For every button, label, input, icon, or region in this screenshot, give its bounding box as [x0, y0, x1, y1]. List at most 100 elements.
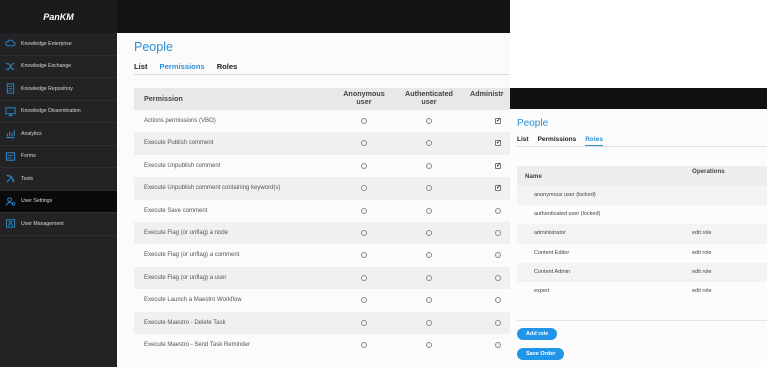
anonymous-radio[interactable] [361, 162, 367, 169]
authenticated-radio[interactable] [426, 118, 432, 124]
administrator-checkbox[interactable]: ✓ [495, 140, 501, 147]
role-name: authenticated user (locked) [534, 211, 601, 218]
anonymous-radio[interactable] [361, 319, 367, 326]
sidebar-item-knowledge-repository[interactable]: Knowledge Repository [0, 78, 117, 101]
anonymous-radio[interactable] [361, 140, 367, 147]
sidebar-item-knowledge-enterprise[interactable]: Knowledge Enterprise [0, 33, 117, 56]
permissions-panel: People List Permissions Roles Permission… [117, 33, 510, 367]
authenticated-radio[interactable] [426, 297, 432, 304]
administrator-checkbox[interactable]: ✓ [495, 185, 501, 192]
edit-role-link[interactable]: edit role [692, 244, 712, 263]
users-icon [4, 218, 16, 230]
roles-page-title: People [517, 118, 549, 129]
sidebar-item-analytics[interactable]: Analytics [0, 123, 117, 146]
role-name: Content Editor [534, 249, 570, 256]
column-permission: Permission [144, 94, 183, 103]
column-name: Name [525, 173, 542, 180]
permission-name: Actions permissions (VBO) [144, 118, 216, 124]
sidebar-item-user-settings[interactable]: User Settings [0, 190, 117, 213]
permission-name: Execute Launch a Maestro Workflow [144, 297, 242, 304]
table-row: Execute Save comment [134, 200, 510, 222]
table-row: authenticated user (locked) [517, 205, 767, 224]
permissions-table: Permission Anonymous user Authenticated … [134, 88, 510, 356]
anonymous-radio[interactable] [361, 185, 367, 192]
table-row: administrator edit role [517, 224, 767, 244]
authenticated-radio[interactable] [426, 162, 432, 169]
edit-role-link[interactable]: edit role [692, 282, 712, 301]
authenticated-radio[interactable] [426, 185, 432, 192]
administrator-checkbox[interactable] [495, 341, 501, 348]
table-row: Execute Publish comment ✓ [134, 132, 510, 155]
roles-tab-roles[interactable]: Roles [585, 136, 603, 146]
table-row: Execute Unpublish comment containing key… [134, 177, 510, 200]
roles-table: Name Operations anonymous user (locked) a… [517, 166, 767, 301]
authenticated-radio[interactable] [426, 252, 432, 259]
table-row: Execute Flag (or unflag) a comment [134, 244, 510, 266]
tab-divider [134, 74, 510, 75]
anonymous-radio[interactable] [361, 341, 367, 348]
anonymous-radio[interactable] [361, 252, 367, 259]
administrator-checkbox[interactable] [495, 252, 501, 259]
roles-tab-permissions[interactable]: Permissions [538, 136, 577, 146]
sidebar-item-forms[interactable]: Forms [0, 146, 121, 168]
edit-role-link[interactable]: edit role [692, 224, 712, 243]
permission-name: Execute Publish comment [144, 140, 214, 147]
administrator-checkbox[interactable] [495, 274, 501, 281]
authenticated-radio[interactable] [426, 140, 432, 147]
sidebar-nav: Knowledge Enterprise Knowledge Exchange Kn… [0, 33, 121, 236]
sidebar-item-label: Knowledge Dissemination [21, 108, 81, 115]
anonymous-radio[interactable] [361, 118, 367, 124]
role-name: anonymous user (locked) [534, 192, 596, 198]
administrator-checkbox[interactable] [495, 207, 501, 214]
authenticated-radio[interactable] [426, 319, 432, 326]
table-row: Content Admin edit role [517, 262, 767, 282]
authenticated-radio[interactable] [426, 207, 432, 214]
top-bar [117, 0, 510, 33]
table-row: Execute Flag (or unflag) a node [134, 221, 510, 245]
column-authenticated: Authenticated user [405, 89, 453, 106]
roles-footer-divider [517, 320, 767, 321]
administrator-checkbox[interactable]: ✓ [495, 162, 501, 169]
authenticated-radio[interactable] [426, 274, 432, 281]
permission-name: Execute Flag (or unflag) a user [144, 274, 227, 281]
table-row: Execute Unpublish comment ✓ [134, 155, 510, 177]
sidebar-item-tools[interactable]: Tools [0, 168, 121, 191]
table-row: anonymous user (locked) [517, 186, 767, 206]
sidebar: PanKM Knowledge Enterprise Knowledge Exch… [0, 0, 121, 367]
sidebar-item-label: User Management [21, 220, 64, 227]
sidebar-item-user-management[interactable]: User Management [0, 213, 117, 236]
column-anonymous: Anonymous user [343, 89, 385, 106]
table-row: Execute Launch a Maestro Workflow [134, 289, 510, 311]
add-role-button[interactable]: Add role [517, 328, 558, 340]
administrator-checkbox[interactable]: ✓ [495, 118, 501, 124]
authenticated-radio[interactable] [426, 229, 432, 236]
permission-name: Execute Flag (or unflag) a comment [144, 252, 240, 259]
anonymous-radio[interactable] [361, 297, 367, 304]
chart-icon [4, 128, 16, 140]
sidebar-item-label: User Settings [21, 198, 53, 205]
table-row: Actions permissions (VBO) ✓ [134, 110, 510, 132]
roles-tab-divider [517, 146, 767, 147]
permission-name: Execute Flag (or unflag) a node [144, 229, 229, 236]
permission-name: Execute Unpublish comment containing key… [144, 185, 281, 192]
permission-name: Execute Maestro - Send Task Reminder [144, 341, 250, 348]
authenticated-radio[interactable] [426, 341, 432, 348]
roles-tab-list[interactable]: List [517, 136, 529, 146]
table-row: Execute Flag (or unflag) a user [134, 266, 510, 290]
document-icon [4, 83, 16, 95]
roles-panel: People List Permissions Roles Name Opera… [510, 109, 767, 367]
sidebar-item-knowledge-dissemination[interactable]: Knowledge Dissemination [0, 101, 117, 123]
sidebar-item-label: Knowledge Enterprise [21, 40, 72, 47]
edit-role-link[interactable]: edit role [692, 263, 712, 282]
save-order-button[interactable]: Save Order [517, 348, 565, 360]
administrator-checkbox[interactable] [495, 297, 501, 304]
sidebar-item-label: Knowledge Repository [21, 85, 73, 92]
administrator-checkbox[interactable] [495, 229, 501, 236]
sidebar-item-knowledge-exchange[interactable]: Knowledge Exchange [0, 56, 117, 78]
anonymous-radio[interactable] [361, 274, 367, 281]
anonymous-radio[interactable] [361, 207, 367, 214]
administrator-checkbox[interactable] [495, 319, 501, 326]
table-header: Permission Anonymous user Authenticated … [134, 88, 510, 110]
anonymous-radio[interactable] [361, 229, 367, 236]
role-name: administrator [534, 230, 566, 237]
